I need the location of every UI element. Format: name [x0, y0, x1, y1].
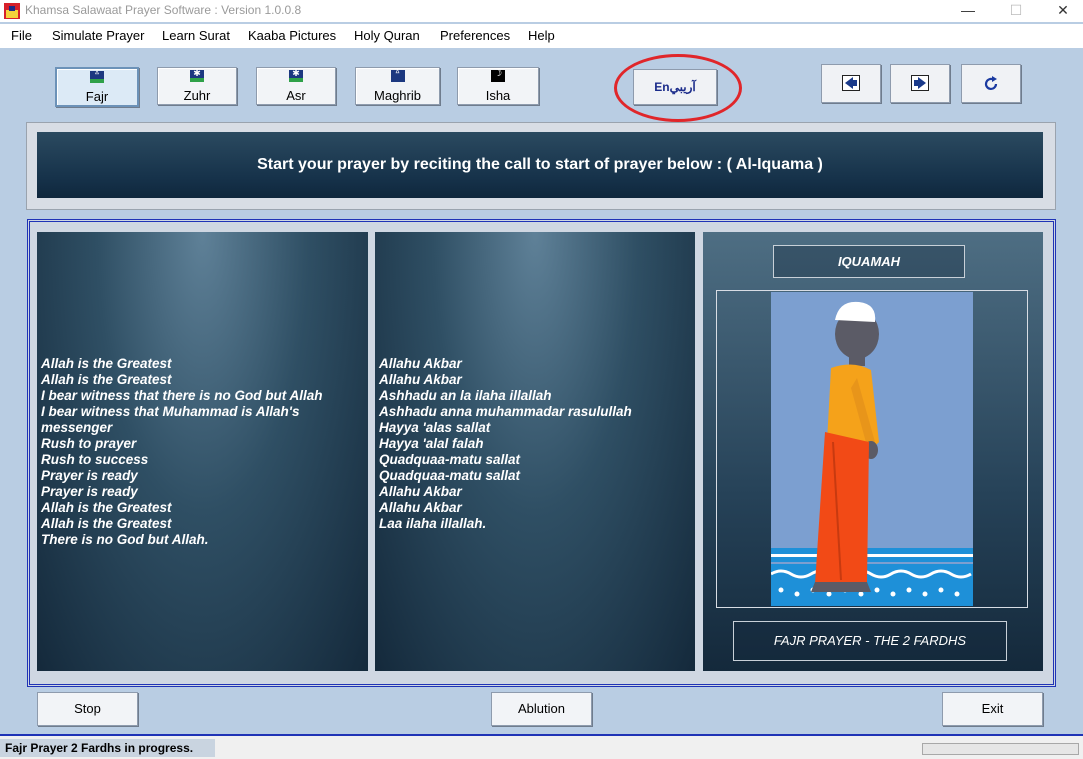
- asr-button[interactable]: ✱ Asr: [256, 67, 336, 105]
- status-text: Fajr Prayer 2 Fardhs in progress.: [0, 739, 215, 757]
- english-line: Prayer is ready: [41, 484, 138, 499]
- dawn-icon: ᐞ: [90, 69, 104, 83]
- prayer-illustration-frame: [716, 290, 1028, 608]
- zuhr-label: Zuhr: [183, 88, 211, 103]
- isha-button[interactable]: ☽ Isha: [457, 67, 539, 105]
- maghrib-button[interactable]: ᐞ Maghrib: [355, 67, 440, 105]
- maximize-button[interactable]: ☐: [993, 0, 1039, 22]
- transliteration-line: Laa ilaha illallah.: [379, 516, 487, 531]
- menu-holy-quran[interactable]: Holy Quran: [354, 28, 420, 43]
- refresh-icon: [984, 76, 998, 90]
- menu-help[interactable]: Help: [528, 28, 555, 43]
- exit-button[interactable]: Exit: [942, 692, 1043, 726]
- english-line: Prayer is ready: [41, 468, 138, 483]
- transliteration-line: Ashhadu an la ilaha illallah: [379, 388, 552, 403]
- transliteration-lines: Allahu Akbar Allahu Akbar Ashhadu an la …: [379, 356, 632, 532]
- english-line: Allah is the Greatest: [41, 372, 172, 387]
- zuhr-button[interactable]: ✱ Zuhr: [157, 67, 237, 105]
- transliteration-panel: Allahu Akbar Allahu Akbar Ashhadu an la …: [375, 232, 695, 671]
- asr-label: Asr: [286, 88, 306, 103]
- transliteration-line: Ashhadu anna muhammadar rasulullah: [379, 404, 632, 419]
- standing-man-illustration: [771, 292, 973, 606]
- english-line: There is no God but Allah.: [41, 532, 209, 547]
- english-line: Allah is the Greatest: [41, 356, 172, 371]
- english-lines: Allah is the Greatest Allah is the Great…: [41, 356, 323, 548]
- isha-label: Isha: [485, 88, 511, 103]
- english-line: Allah is the Greatest: [41, 516, 172, 531]
- ablution-button[interactable]: Ablution: [491, 692, 592, 726]
- english-line: Allah is the Greatest: [41, 500, 172, 515]
- instruction-banner-frame: Start your prayer by reciting the call t…: [26, 122, 1056, 210]
- transliteration-line: Allahu Akbar: [379, 372, 462, 387]
- fajr-button[interactable]: ᐞ Fajr: [55, 67, 139, 107]
- transliteration-line: Allahu Akbar: [379, 500, 462, 515]
- instruction-banner: Start your prayer by reciting the call t…: [37, 132, 1043, 198]
- menu-learn-surat[interactable]: Learn Surat: [162, 28, 230, 43]
- status-bar: Fajr Prayer 2 Fardhs in progress.: [0, 736, 1083, 759]
- app-icon: [4, 3, 20, 19]
- transliteration-line: Allahu Akbar: [379, 356, 462, 371]
- menu-simulate-prayer[interactable]: Simulate Prayer: [52, 28, 144, 43]
- arrow-right-icon: [911, 75, 929, 91]
- transliteration-line: Allahu Akbar: [379, 484, 462, 499]
- english-translation-panel: Allah is the Greatest Allah is the Great…: [37, 232, 368, 671]
- transliteration-line: Hayya 'alal falah: [379, 436, 484, 451]
- moon-icon: ☽: [491, 68, 505, 82]
- highlight-circle: [614, 54, 742, 122]
- transliteration-line: Hayya 'alas sallat: [379, 420, 491, 435]
- illustration-panel: IQUAMAH FAJR PRAYER - THE 2 FARDHS: [703, 232, 1043, 671]
- close-button[interactable]: ✕: [1040, 0, 1083, 22]
- arrow-left-icon: [842, 75, 860, 91]
- english-line: I bear witness that Muhammad is Allah's: [41, 404, 300, 419]
- english-line: I bear witness that there is no God but …: [41, 388, 323, 403]
- prayer-content-frame: Allah is the Greatest Allah is the Great…: [27, 219, 1056, 687]
- english-line: Rush to success: [41, 452, 149, 467]
- afternoon-sun-icon: ✱: [289, 68, 303, 82]
- english-line: Rush to prayer: [41, 436, 137, 451]
- minimize-button[interactable]: —: [945, 0, 991, 22]
- previous-button[interactable]: [821, 64, 881, 103]
- stop-button[interactable]: Stop: [37, 692, 138, 726]
- menu-bar: File Simulate Prayer Learn Surat Kaaba P…: [0, 24, 1083, 48]
- sunset-icon: ᐞ: [390, 68, 405, 82]
- english-line: messenger: [41, 420, 113, 435]
- menu-file[interactable]: File: [11, 28, 32, 43]
- window-title: Khamsa Salawaat Prayer Software : Versio…: [25, 3, 302, 17]
- menu-preferences[interactable]: Preferences: [440, 28, 510, 43]
- sun-icon: ✱: [190, 68, 204, 82]
- maghrib-label: Maghrib: [374, 88, 421, 103]
- progress-bar: [922, 743, 1079, 755]
- transliteration-line: Quadquaa-matu sallat: [379, 452, 521, 467]
- fajr-label: Fajr: [85, 89, 109, 104]
- menu-kaaba-pictures[interactable]: Kaaba Pictures: [248, 28, 336, 43]
- posture-label: IQUAMAH: [773, 245, 965, 278]
- prayer-caption: FAJR PRAYER - THE 2 FARDHS: [733, 621, 1007, 661]
- next-button[interactable]: [890, 64, 950, 103]
- transliteration-line: Quadquaa-matu sallat: [379, 468, 521, 483]
- refresh-button[interactable]: [961, 64, 1021, 103]
- title-bar: Khamsa Salawaat Prayer Software : Versio…: [0, 0, 1083, 22]
